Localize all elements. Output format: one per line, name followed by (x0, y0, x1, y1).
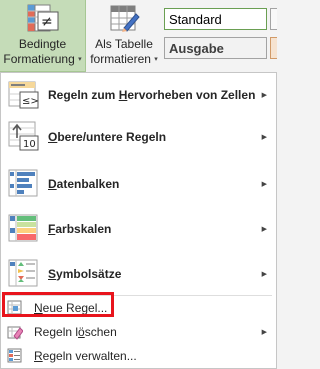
menu-item-label: Regeln verwalten... (34, 349, 137, 363)
conditional-formatting-menu: ≤> Regeln zum Hervorheben von Zellen ▶ 1… (0, 72, 277, 369)
svg-text:≤>: ≤> (22, 96, 39, 107)
submenu-arrow-icon: ▶ (261, 329, 267, 336)
highlight-cells-icon: ≤> (7, 80, 39, 115)
submenu-arrow-icon: ▶ (261, 271, 267, 278)
cell-style-next-edge[interactable] (270, 8, 277, 30)
format-as-table-icon (110, 4, 140, 39)
svg-text:10: 10 (23, 139, 36, 150)
menu-item-label: Regeln löschen (34, 325, 117, 339)
menu-item-color-scales[interactable]: Farbskalen ▶ (1, 210, 276, 246)
conditional-formatting-button[interactable]: ≠ Bedingte Formatierung ▾ (0, 0, 86, 72)
submenu-arrow-icon: ▶ (261, 92, 267, 99)
menu-item-top-bottom-rules[interactable]: 10 Obere/untere Regeln ▶ (1, 117, 276, 155)
color-scales-icon (7, 213, 39, 248)
data-bars-icon (7, 168, 39, 203)
submenu-arrow-icon: ▶ (261, 226, 267, 233)
cell-styles-gallery: Standard Ausgabe (164, 4, 277, 62)
menu-item-manage-rules[interactable]: Regeln verwalten... (1, 345, 276, 365)
conditional-formatting-label-1: Bedingte (18, 37, 67, 51)
menu-item-label: Symbolsätze (48, 267, 122, 281)
chevron-down-icon: ▾ (78, 56, 82, 63)
menu-item-icon-sets[interactable]: Symbolsätze ▶ (1, 255, 276, 291)
submenu-arrow-icon: ▶ (261, 134, 267, 141)
ribbon: ≠ Bedingte Formatierung ▾ Als Tabelle fo… (0, 0, 277, 72)
clear-rules-icon (7, 324, 24, 345)
chevron-down-icon: ▾ (154, 56, 158, 63)
menu-item-label: Regeln zum Hervorheben von Zellen (48, 88, 256, 102)
svg-text:≠: ≠ (41, 14, 53, 30)
highlight-box-new-rule (2, 292, 114, 317)
menu-item-label: Datenbalken (48, 177, 120, 191)
top-bottom-rules-icon: 10 (7, 120, 39, 157)
menu-item-data-bars[interactable]: Datenbalken ▶ (1, 165, 276, 201)
icon-sets-icon (7, 258, 39, 293)
cell-style-next-edge[interactable] (270, 37, 277, 59)
submenu-arrow-icon: ▶ (261, 181, 267, 188)
conditional-formatting-icon: ≠ (27, 4, 59, 39)
format-as-table-button[interactable]: Als Tabelle formatieren ▾ (88, 0, 160, 72)
menu-item-label: Obere/untere Regeln (48, 130, 167, 144)
cell-style-standard[interactable]: Standard (164, 8, 267, 30)
format-as-table-label-2: formatieren ▾ (90, 52, 158, 66)
format-as-table-label-1: Als Tabelle (95, 37, 153, 51)
conditional-formatting-label-2: Formatierung ▾ (3, 52, 82, 66)
menu-item-clear-rules[interactable]: Regeln löschen ▶ (1, 321, 276, 341)
manage-rules-icon (7, 348, 23, 369)
cell-style-ausgabe[interactable]: Ausgabe (164, 37, 267, 59)
menu-item-label: Farbskalen (48, 222, 112, 236)
menu-item-highlight-cells-rules[interactable]: ≤> Regeln zum Hervorheben von Zellen ▶ (1, 77, 276, 111)
